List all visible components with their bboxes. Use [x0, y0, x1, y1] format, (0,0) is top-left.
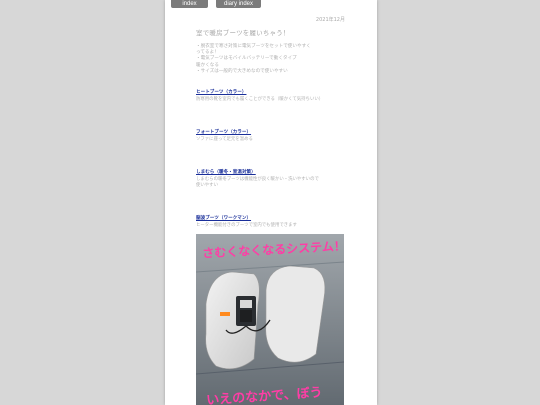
- item-link[interactable]: フォートブーツ（カラー）: [196, 130, 251, 136]
- item-desc: しまむらの暖冬ブーツは機能性が良く暖かい・洗いやすいので 使いやすい: [196, 177, 319, 189]
- diary-index-tab[interactable]: diary index: [216, 0, 262, 8]
- item-desc: 防寒用の靴を室内でも履くことができる（暖かくて気持ちいい）: [196, 97, 324, 103]
- item-link[interactable]: しまむら（暖冬・室温対策）: [196, 170, 256, 176]
- page-card: index diary index 2021年12月 室で暖房ブーツを履いちゃう…: [165, 0, 377, 405]
- intro-line: ・サイズは一般的で大きめなので使いやすい: [196, 68, 288, 74]
- item-3: しまむら（暖冬・室温対策） しまむらの暖冬ブーツは機能性が良く暖かい・洗いやすい…: [196, 158, 344, 189]
- item-link[interactable]: ヒートブーツ（カラー）: [196, 90, 246, 96]
- entry-title: 室で暖房ブーツを履いちゃう！: [196, 29, 290, 37]
- top-nav: index diary index: [171, 0, 262, 9]
- item-1: ヒートブーツ（カラー） 防寒用の靴を室内でも履くことができる（暖かくて気持ちいい…: [196, 78, 344, 103]
- entry-intro: ・脱衣室で寒さ対策に電気ブーツをセットで使いやすく ってるよ！ ・電気ブーツはモ…: [196, 44, 344, 75]
- item-4: 脳波ブーツ（ワークマン） ヒーター機能付きのブーツで室内でも使用できます: [196, 204, 344, 229]
- entry-photo: さむくなくなるシステム！ いえのなかで、ぼう: [196, 234, 344, 405]
- entry-date: 2021年12月: [315, 17, 345, 23]
- index-tab[interactable]: index: [171, 0, 208, 8]
- photo-drawing: さむくなくなるシステム！ いえのなかで、ぼう: [196, 234, 344, 405]
- item-link[interactable]: 脳波ブーツ（ワークマン）: [196, 216, 251, 222]
- item-2: フォートブーツ（カラー） ソファに座って足元を温める: [196, 118, 344, 143]
